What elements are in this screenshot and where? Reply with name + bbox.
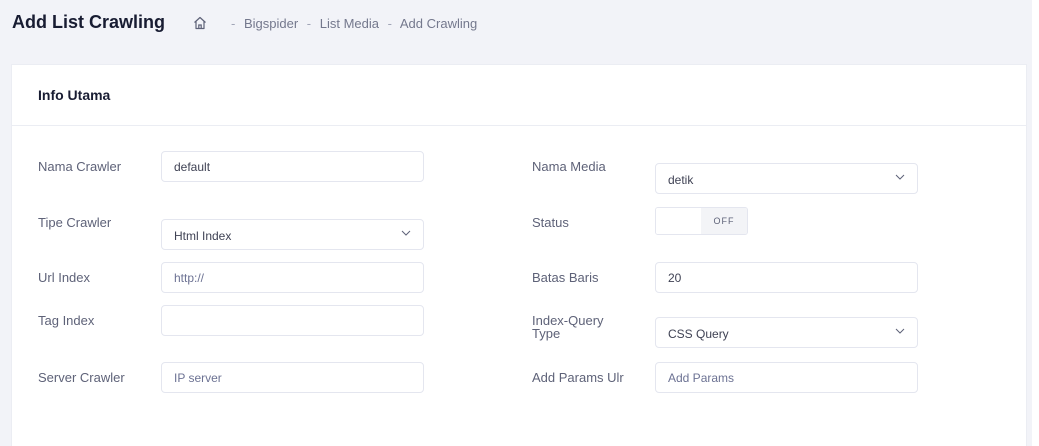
home-icon[interactable] [192, 15, 208, 31]
status-toggle-off-text: OFF [701, 208, 747, 234]
chevron-down-icon [895, 328, 905, 334]
breadcrumb-add-crawling[interactable]: Add Crawling [400, 16, 477, 31]
status-toggle[interactable]: OFF [655, 207, 748, 235]
server-crawler-input[interactable] [161, 362, 424, 393]
add-params-label: Add Params Ulr [532, 370, 624, 385]
card-title: Info Utama [38, 87, 111, 103]
breadcrumb-bigspider[interactable]: Bigspider [244, 16, 298, 31]
card-header: Info Utama [12, 65, 1026, 126]
server-crawler-label: Server Crawler [38, 370, 125, 385]
breadcrumb-separator: - [387, 16, 392, 31]
page-title: Add List Crawling [12, 12, 165, 32]
chevron-down-icon [401, 230, 411, 236]
tag-index-label: Tag Index [38, 313, 95, 328]
status-toggle-knob [656, 208, 702, 234]
tag-index-input[interactable] [161, 305, 424, 336]
nama-media-value: detik [668, 173, 694, 187]
url-index-input[interactable] [161, 262, 424, 293]
breadcrumb-separator: - [231, 16, 236, 31]
add-params-input[interactable] [655, 362, 918, 393]
tipe-crawler-value: Html Index [174, 229, 232, 243]
index-query-type-value: CSS Query [668, 327, 729, 341]
breadcrumb-list-media[interactable]: List Media [320, 16, 379, 31]
subheader: Add List Crawling - Bigspider - List Med… [0, 10, 1032, 60]
chevron-down-icon [895, 174, 905, 180]
tipe-crawler-label: Tipe Crawler [38, 215, 112, 230]
info-card: Info Utama Nama Crawler Tipe Crawler Htm… [11, 64, 1027, 446]
breadcrumb: - Bigspider - List Media - Add Crawling [226, 16, 477, 31]
batas-baris-label: Batas Baris [532, 270, 599, 285]
nama-media-label: Nama Media [532, 159, 606, 174]
index-query-type-select[interactable]: CSS Query [655, 317, 918, 348]
index-query-type-label: Index-Query Type [532, 313, 604, 341]
nama-crawler-input[interactable] [161, 151, 424, 182]
breadcrumb-separator: - [306, 16, 312, 31]
nama-media-select[interactable]: detik [655, 163, 918, 194]
status-label: Status [532, 215, 569, 230]
nama-crawler-label: Nama Crawler [38, 159, 122, 174]
url-index-label: Url Index [38, 270, 91, 285]
batas-baris-input[interactable] [655, 262, 918, 293]
tipe-crawler-select[interactable]: Html Index [161, 219, 424, 250]
